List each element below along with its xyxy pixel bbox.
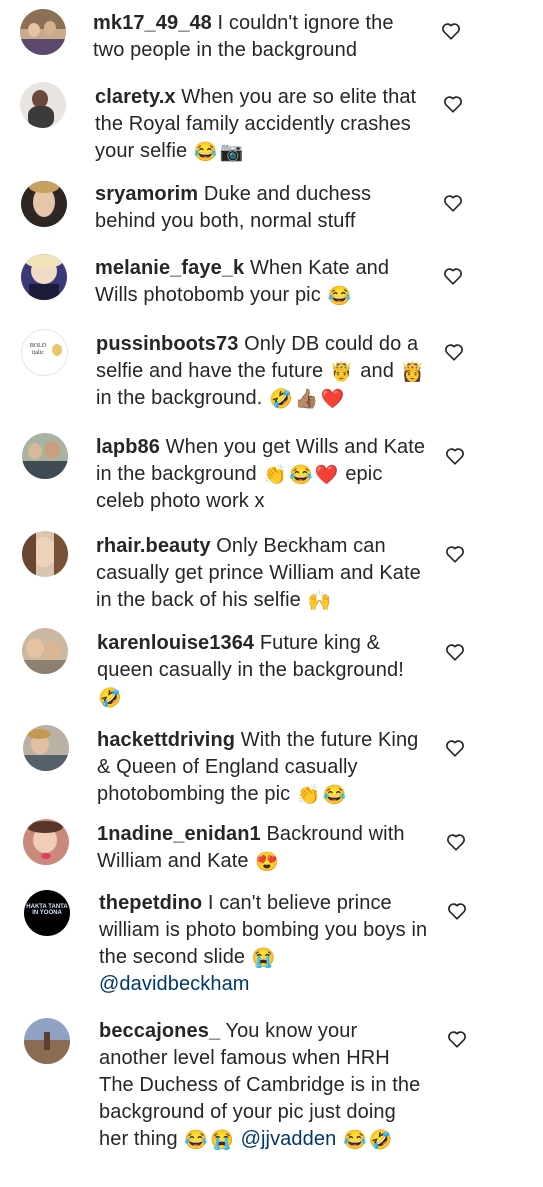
comment-text: melanie_faye_k When Kate and Wills photo… bbox=[95, 257, 390, 307]
emoji: ❤️ bbox=[314, 465, 339, 486]
like-heart-icon[interactable] bbox=[443, 194, 463, 212]
comment-username[interactable]: mk17_49_48 bbox=[93, 12, 212, 34]
avatar[interactable] bbox=[22, 628, 68, 674]
comment-text: clarety.x When you are so elite that the… bbox=[95, 86, 417, 163]
comment-username[interactable]: beccajones_ bbox=[99, 1020, 220, 1042]
comment-text: pussinboots73 Only DB could do a selfie … bbox=[96, 333, 425, 410]
emoji: 🤣 bbox=[368, 1130, 393, 1151]
like-heart-icon[interactable] bbox=[441, 22, 461, 40]
comment-text: thepetdino I can't believe prince willia… bbox=[99, 892, 428, 995]
emoji: 😂 bbox=[342, 1130, 367, 1151]
comment-text: karenlouise1364 Future king & queen casu… bbox=[97, 632, 404, 709]
comment-text: beccajones_ You know your another level … bbox=[99, 1020, 421, 1151]
like-heart-icon[interactable] bbox=[443, 267, 463, 285]
emoji: 🙌 bbox=[307, 591, 332, 612]
like-heart-icon[interactable] bbox=[447, 902, 467, 920]
comment-username[interactable]: melanie_faye_k bbox=[95, 257, 244, 279]
like-heart-icon[interactable] bbox=[443, 95, 463, 113]
emoji: 😭 bbox=[210, 1130, 234, 1151]
emoji: 🤴 bbox=[329, 362, 354, 383]
comment-username[interactable]: clarety.x bbox=[95, 86, 176, 108]
comment-text: lapb86 When you get Wills and Kate in th… bbox=[96, 436, 426, 512]
like-heart-icon[interactable] bbox=[445, 643, 465, 661]
emoji: 😍 bbox=[255, 852, 280, 873]
avatar[interactable] bbox=[20, 9, 66, 55]
like-heart-icon[interactable] bbox=[446, 833, 466, 851]
avatar[interactable] bbox=[22, 531, 68, 577]
emoji: 😂 bbox=[289, 465, 313, 486]
like-heart-icon[interactable] bbox=[445, 447, 465, 465]
mention-link[interactable]: @jjvadden bbox=[241, 1128, 337, 1150]
comment-username[interactable]: 1nadine_enidan1 bbox=[97, 823, 261, 845]
avatar-logo: BOLD italic bbox=[29, 343, 47, 356]
like-heart-icon[interactable] bbox=[445, 545, 465, 563]
like-heart-icon[interactable] bbox=[444, 343, 464, 361]
emoji: 📷 bbox=[219, 142, 244, 163]
avatar[interactable]: BOLD italic bbox=[21, 329, 68, 376]
emoji: 😭 bbox=[251, 948, 276, 969]
comment-text: mk17_49_48 I couldn't ignore the two peo… bbox=[93, 12, 394, 61]
comment-username[interactable]: hackettdriving bbox=[97, 729, 235, 751]
avatar[interactable] bbox=[21, 254, 67, 300]
emoji: 👍🏽 bbox=[294, 389, 319, 410]
avatar[interactable]: HAKTA TANTA IN YOONA bbox=[24, 890, 70, 936]
avatar[interactable] bbox=[21, 181, 67, 227]
avatar[interactable] bbox=[24, 1018, 70, 1064]
comment-username[interactable]: lapb86 bbox=[96, 436, 160, 458]
mention-link[interactable]: @davidbeckham bbox=[99, 973, 250, 995]
emoji: 👏 bbox=[296, 785, 321, 806]
comment-username[interactable]: thepetdino bbox=[99, 892, 202, 914]
emoji: 👸 bbox=[400, 362, 425, 383]
comment-username[interactable]: pussinboots73 bbox=[96, 333, 238, 355]
avatar[interactable] bbox=[22, 433, 68, 479]
like-heart-icon[interactable] bbox=[445, 739, 465, 757]
avatar[interactable] bbox=[23, 725, 69, 771]
like-heart-icon[interactable] bbox=[447, 1030, 467, 1048]
emoji: 🤣 bbox=[98, 688, 122, 709]
avatar[interactable] bbox=[20, 82, 66, 128]
avatar-logo: HAKTA TANTA IN YOONA bbox=[26, 904, 68, 916]
comment-text: sryamorim Duke and duchess behind you bo… bbox=[95, 183, 372, 232]
comment-username[interactable]: sryamorim bbox=[95, 183, 198, 205]
emoji: 👏 bbox=[263, 465, 288, 486]
comment-text: rhair.beauty Only Beckham can casually g… bbox=[96, 535, 421, 612]
emoji: 🤣 bbox=[269, 389, 293, 410]
emoji: 😂 bbox=[193, 142, 218, 163]
emoji: 😂 bbox=[322, 785, 347, 806]
comment-username[interactable]: karenlouise1364 bbox=[97, 632, 254, 654]
comment-text: hackettdriving With the future King & Qu… bbox=[97, 729, 419, 806]
emoji: ❤️ bbox=[320, 389, 345, 410]
emoji: 😂 bbox=[184, 1130, 209, 1151]
emoji: 😂 bbox=[327, 286, 352, 307]
comment-text: 1nadine_enidan1 Backround with William a… bbox=[97, 823, 405, 873]
comment-username[interactable]: rhair.beauty bbox=[96, 535, 211, 557]
avatar[interactable] bbox=[23, 819, 69, 865]
